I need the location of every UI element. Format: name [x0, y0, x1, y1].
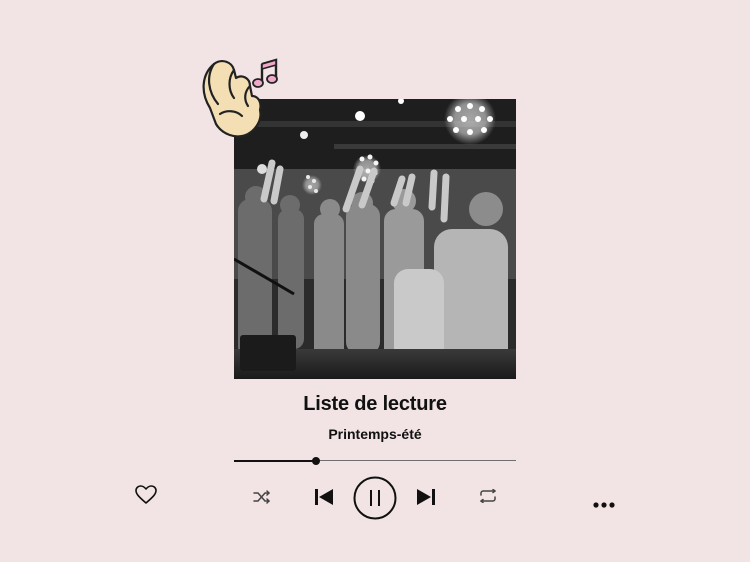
- shuffle-button[interactable]: [252, 488, 272, 506]
- pause-icon: [353, 476, 397, 520]
- track-subtitle: Printemps-été: [328, 426, 422, 442]
- repeat-icon: [480, 489, 496, 503]
- repeat-button[interactable]: [477, 487, 499, 505]
- clapping-hand-icon: [202, 60, 262, 138]
- like-button[interactable]: [134, 484, 158, 506]
- more-options-button[interactable]: [590, 498, 618, 512]
- music-note-icon: [252, 58, 278, 88]
- track-title: Liste de lecture: [303, 393, 447, 415]
- more-dots-icon: [593, 502, 615, 508]
- pause-button[interactable]: [353, 476, 397, 520]
- clapping-hand-sticker: [192, 52, 292, 147]
- skip-next-icon: [417, 489, 435, 505]
- next-button[interactable]: [414, 486, 438, 508]
- skip-previous-icon: [315, 489, 333, 505]
- previous-button[interactable]: [312, 486, 336, 508]
- progress-fill: [234, 459, 316, 462]
- heart-icon: [135, 485, 157, 504]
- progress-bar[interactable]: [234, 456, 516, 465]
- shuffle-icon: [253, 490, 270, 504]
- progress-knob[interactable]: [311, 456, 320, 465]
